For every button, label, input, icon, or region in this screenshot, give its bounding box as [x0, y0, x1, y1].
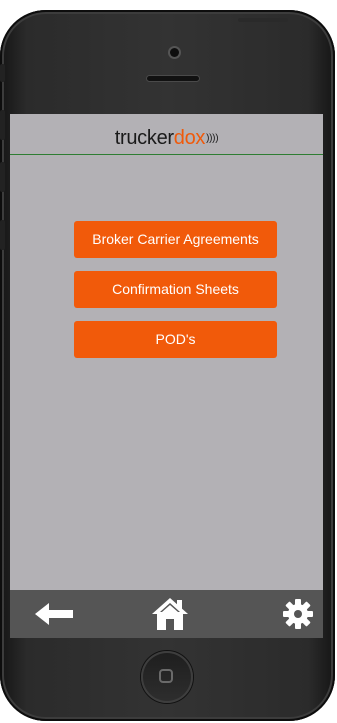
- volume-down-button: [0, 162, 5, 192]
- pods-button[interactable]: POD's: [74, 321, 277, 358]
- phone-frame: truckerdox)))) Broker Carrier Agreements…: [0, 10, 335, 721]
- front-camera: [170, 48, 179, 57]
- app-screen: truckerdox)))) Broker Carrier Agreements…: [10, 114, 323, 638]
- home-button-square-icon: [159, 669, 173, 683]
- bottom-nav-bar: [10, 590, 323, 638]
- settings-gear-icon[interactable]: [280, 596, 316, 632]
- document-menu: Broker Carrier Agreements Confirmation S…: [74, 221, 278, 371]
- logo-waves-icon: )))): [206, 132, 219, 144]
- broker-carrier-agreements-button[interactable]: Broker Carrier Agreements: [74, 221, 277, 258]
- power-button: [238, 18, 288, 22]
- confirmation-sheets-button[interactable]: Confirmation Sheets: [74, 271, 277, 308]
- mute-switch: [0, 64, 5, 82]
- volume-up-button: [0, 110, 5, 140]
- back-arrow-icon[interactable]: [34, 596, 76, 632]
- app-header: truckerdox)))): [10, 114, 323, 155]
- logo-text-dox: dox: [173, 126, 206, 149]
- phone-home-button[interactable]: [141, 651, 193, 703]
- side-button: [0, 220, 5, 250]
- truckerdox-logo: truckerdox)))): [115, 127, 219, 150]
- earpiece-speaker: [147, 76, 199, 81]
- logo-text-trucker: trucker: [114, 126, 174, 149]
- home-icon[interactable]: [150, 596, 190, 632]
